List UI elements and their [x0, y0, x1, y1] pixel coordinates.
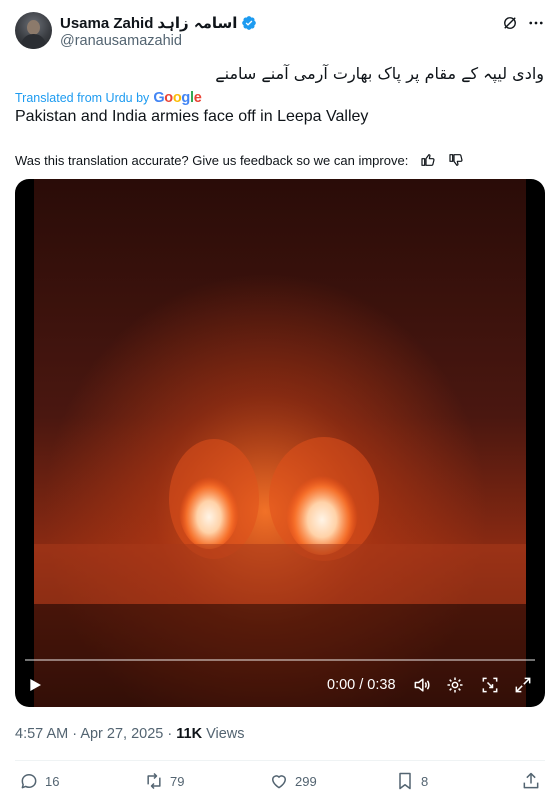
reply-button[interactable]: 16	[19, 771, 59, 791]
author-name[interactable]: Usama Zahid	[60, 15, 153, 32]
heart-icon	[272, 775, 286, 789]
post-time[interactable]: 4:57 AM	[15, 726, 68, 742]
author-name-urdu[interactable]: اسامہ زاہد	[157, 14, 237, 32]
video-progress-bar[interactable]	[25, 659, 535, 661]
divider	[15, 760, 545, 761]
video-player[interactable]: 0:00 / 0:38	[15, 179, 545, 707]
google-logo: Google	[153, 90, 202, 106]
translated-from-label: Translated from Urdu by	[15, 91, 150, 105]
post-meta: 4:57 AM · Apr 27, 2025 · 11K Views	[15, 726, 245, 742]
volume-icon[interactable]	[412, 675, 432, 695]
fullscreen-icon[interactable]	[513, 675, 533, 695]
share-button[interactable]	[521, 771, 541, 791]
bookmark-count: 8	[421, 773, 429, 789]
play-icon[interactable]	[27, 677, 43, 693]
grok-icon[interactable]	[501, 14, 519, 32]
more-options-icon[interactable]	[527, 14, 545, 32]
author-handle[interactable]: @ranausamazahid	[60, 33, 182, 49]
post-text-urdu: وادی لیپہ کے مقام پر پاک بھارت آرمی آمنے…	[215, 64, 544, 83]
meta-separator: ·	[167, 726, 173, 742]
picture-in-picture-icon[interactable]	[480, 675, 500, 695]
translation-feedback: Was this translation accurate? Give us f…	[15, 152, 464, 168]
post-header: Usama Zahid اسامہ زاہد @ranausamazahid	[15, 12, 545, 52]
avatar-face	[27, 20, 40, 35]
meta-separator: ·	[72, 726, 78, 742]
author-name-row[interactable]: Usama Zahid اسامہ زاہد	[60, 14, 257, 32]
video-frame[interactable]	[34, 179, 526, 707]
thumbs-up-icon[interactable]	[420, 152, 436, 168]
translated-text: Pakistan and India armies face off in Le…	[15, 108, 369, 125]
bookmark-button[interactable]: 8	[395, 771, 428, 791]
reply-icon	[21, 774, 37, 789]
verified-badge-icon	[242, 16, 257, 30]
video-time: 0:00 / 0:38	[327, 677, 396, 693]
avatar[interactable]	[15, 12, 52, 49]
avatar-shirt	[21, 34, 46, 49]
feedback-prompt: Was this translation accurate? Give us f…	[15, 152, 409, 168]
reply-count: 16	[45, 773, 60, 789]
share-icon	[523, 772, 539, 789]
repost-button[interactable]: 79	[144, 771, 184, 791]
views-label: Views	[206, 726, 245, 742]
settings-gear-icon[interactable]	[445, 675, 465, 695]
like-count: 299	[295, 773, 317, 789]
repost-count: 79	[170, 773, 185, 789]
bookmark-icon	[399, 772, 411, 790]
post-date[interactable]: Apr 27, 2025	[80, 726, 163, 742]
translation-attribution: Translated from Urdu by Google	[15, 90, 202, 106]
thumbs-down-icon[interactable]	[448, 152, 464, 168]
views-count: 11K	[176, 726, 203, 742]
repost-icon	[147, 772, 161, 790]
action-bar: 16 79 299 8	[15, 771, 545, 795]
video-controls: 0:00 / 0:38	[15, 669, 545, 701]
like-button[interactable]: 299	[269, 771, 317, 791]
